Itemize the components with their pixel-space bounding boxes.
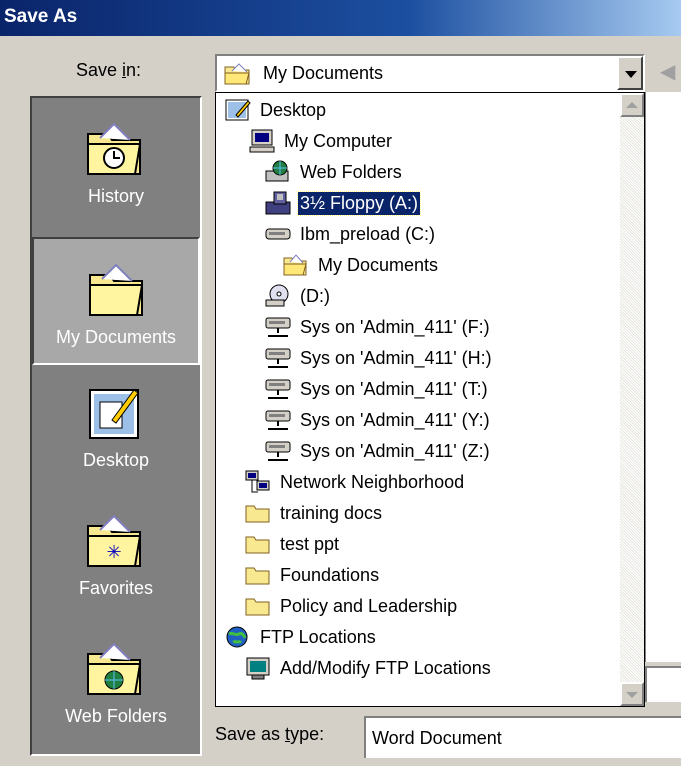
window-title: Save As — [4, 6, 78, 27]
favorites-icon: ✳ — [82, 508, 146, 572]
place-label: Favorites — [78, 578, 154, 598]
location-item[interactable]: (D:) — [264, 281, 332, 311]
web-folders-icon — [264, 159, 292, 185]
place-favorites[interactable]: ✳ Favorites — [32, 490, 200, 618]
folder-icon — [244, 593, 272, 619]
location-item[interactable]: Web Folders — [264, 157, 404, 187]
my-documents-icon — [84, 257, 148, 321]
place-history[interactable]: History — [32, 98, 200, 226]
my-documents-icon — [282, 252, 310, 278]
place-my-documents[interactable]: My Documents — [32, 237, 200, 365]
place-label: Desktop — [82, 450, 150, 470]
ftp-add-icon — [244, 655, 272, 681]
save-in-dropdown-list: Desktop My Computer Web Folders 3½ Flopp… — [215, 92, 645, 707]
location-item[interactable]: training docs — [244, 498, 384, 528]
location-item[interactable]: My Computer — [248, 126, 394, 156]
network-neighborhood-icon — [244, 469, 272, 495]
history-icon — [82, 116, 146, 180]
scroll-up-button[interactable] — [620, 93, 644, 117]
location-item[interactable]: Sys on 'Admin_411' (Z:) — [264, 436, 492, 466]
network-drive-icon — [264, 438, 292, 464]
scroll-down-button[interactable] — [620, 682, 644, 706]
place-web-folders[interactable]: Web Folders — [32, 618, 200, 746]
network-drive-icon — [264, 345, 292, 371]
folder-icon — [244, 531, 272, 557]
file-list-pane[interactable] — [645, 92, 681, 662]
place-desktop[interactable]: Desktop — [32, 362, 200, 490]
location-item[interactable]: 3½ Floppy (A:) — [264, 188, 422, 218]
dropdown-scrollbar[interactable] — [620, 93, 644, 706]
save-as-type-label: Save as type: — [215, 724, 325, 744]
folder-icon — [244, 562, 272, 588]
hard-drive-icon — [264, 221, 292, 247]
location-item[interactable]: Desktop — [224, 95, 328, 125]
cd-drive-icon — [264, 283, 292, 309]
title-bar: Save As — [0, 0, 681, 36]
open-folder-icon — [223, 61, 253, 92]
desktop-icon — [82, 380, 146, 444]
location-item[interactable]: Sys on 'Admin_411' (Y:) — [264, 405, 492, 435]
web-folders-icon — [82, 636, 146, 700]
file-name-input[interactable] — [645, 666, 681, 702]
save-in-value: My Documents — [263, 63, 384, 83]
dropdown-arrow-button[interactable] — [617, 56, 643, 90]
place-label: My Documents — [55, 327, 177, 347]
location-item[interactable]: Add/Modify FTP Locations — [244, 653, 493, 683]
location-item[interactable]: Sys on 'Admin_411' (H:) — [264, 343, 494, 373]
svg-text:✳: ✳ — [106, 542, 121, 563]
place-label: Web Folders — [65, 706, 167, 726]
location-item[interactable]: Sys on 'Admin_411' (T:) — [264, 374, 490, 404]
location-item[interactable]: FTP Locations — [224, 622, 378, 652]
location-item[interactable]: Network Neighborhood — [244, 467, 466, 497]
save-in-label: Save in: — [76, 60, 142, 80]
save-as-type-dropdown[interactable]: Word Document — [364, 716, 681, 758]
location-item[interactable]: test ppt — [244, 529, 341, 559]
save-in-dropdown[interactable]: My Documents — [215, 54, 645, 92]
places-bar: History My Documents Desktop ✳ Favorites… — [30, 96, 202, 756]
desktop-icon — [224, 97, 252, 123]
location-item[interactable]: Sys on 'Admin_411' (F:) — [264, 312, 492, 342]
folder-icon — [244, 500, 272, 526]
place-label: History — [87, 186, 144, 206]
network-drive-icon — [264, 314, 292, 340]
location-item[interactable]: Ibm_preload (C:) — [264, 219, 437, 249]
network-drive-icon — [264, 376, 292, 402]
floppy-icon — [264, 190, 292, 216]
save-as-type-value: Word Document — [372, 728, 502, 748]
location-item[interactable]: Foundations — [244, 560, 381, 590]
location-item[interactable]: Policy and Leadership — [244, 591, 459, 621]
back-arrow-icon[interactable]: ◀ — [660, 62, 681, 82]
network-drive-icon — [264, 407, 292, 433]
computer-icon — [248, 128, 276, 154]
ftp-locations-icon — [224, 624, 252, 650]
location-item[interactable]: My Documents — [282, 250, 440, 280]
